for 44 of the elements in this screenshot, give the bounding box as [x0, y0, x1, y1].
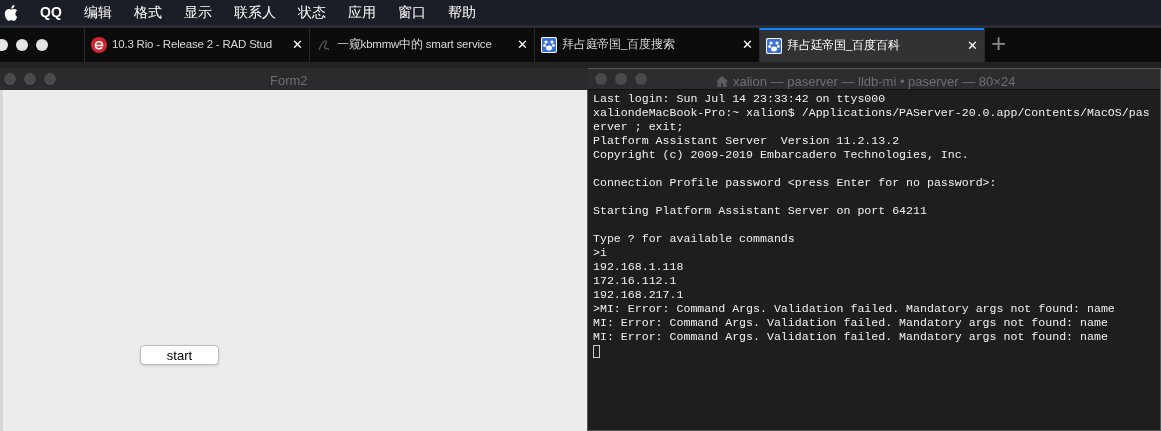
close-tab-button[interactable]: ✕ — [742, 35, 753, 55]
terminal-line: Last login: Sun Jul 14 23:33:42 on ttys000 — [593, 92, 886, 106]
terminal-line: 172.16.112.1 — [593, 274, 677, 288]
home-icon — [716, 76, 728, 88]
tab-title: 拜占廷帝国_百度百科 — [787, 38, 901, 54]
menu-item[interactable]: 应用 — [347, 2, 376, 23]
window-title: xalion — paserver — lldb-mi • paserver — 80×24 — [733, 73, 1016, 91]
menu-item[interactable]: 帮助 — [447, 2, 476, 23]
start-button[interactable]: start — [140, 345, 219, 365]
browser-tab[interactable]: 拜占廷帝国_百度百科 ✕ — [759, 28, 984, 62]
terminal-line: >MI: Error: Command Args. Validation failed. Mandatory args not found: name — [593, 302, 1115, 316]
terminal-line: Starting Platform Assistant Server on port 64211 — [593, 204, 927, 218]
window-control-icon[interactable] — [16, 39, 28, 51]
paw-icon — [541, 37, 557, 53]
terminal-line: 192.168.1.118 — [593, 260, 684, 274]
apple-logo-icon[interactable] — [4, 4, 18, 21]
sketch-icon — [316, 37, 332, 53]
terminal-line: Platform Assistant Server Version 11.2.13.2 — [593, 134, 900, 148]
close-tab-button[interactable]: ✕ — [292, 35, 303, 55]
terminal-line: MI: Error: Command Args. Validation failed. Mandatory args not found: name — [593, 316, 1108, 330]
menu-item[interactable]: 编辑 — [83, 2, 112, 23]
terminal-line: Connection Profile password <press Enter for no password>: — [593, 176, 997, 190]
menu-item[interactable]: 格式 — [133, 2, 162, 23]
paw-icon — [766, 38, 782, 54]
tab-title: 拜占庭帝国_百度搜索 — [562, 37, 676, 53]
terminal-line: >i — [593, 246, 607, 260]
terminal-line: Type ? for available commands — [593, 232, 795, 246]
menu-item[interactable]: 联系人 — [233, 2, 276, 23]
terminal-line: 192.168.217.1 — [593, 288, 684, 302]
tab-title: 10.3 Rio - Release 2 - RAD Stud — [112, 37, 273, 53]
terminal-line: MI: Error: Command Args. Validation failed. Mandatory args not found: name — [593, 330, 1108, 344]
tab-title: 一窥kbmmw中的 smart service — [337, 37, 493, 53]
menu-item[interactable]: 显示 — [183, 2, 212, 23]
e-logo-icon — [91, 37, 107, 53]
terminal-line: xaliondeMacBook-Pro:~ xalion$ /Applications/PAServer-20.0.app/Contents/MacOS/pas — [593, 106, 1150, 120]
window-title: Form2 — [270, 72, 308, 90]
menu-item[interactable]: 状态 — [297, 2, 326, 23]
terminal-line: erver ; exit; — [593, 120, 684, 134]
window-control-icon[interactable] — [36, 39, 48, 51]
close-tab-button[interactable]: ✕ — [517, 35, 528, 55]
menu-item[interactable]: 窗口 — [397, 2, 426, 23]
close-tab-button[interactable]: ✕ — [967, 36, 978, 56]
app-menu[interactable]: QQ — [40, 2, 62, 23]
terminal-line: Copyright (c) 2009-2019 Embarcadero Technologies, Inc. — [593, 148, 969, 162]
